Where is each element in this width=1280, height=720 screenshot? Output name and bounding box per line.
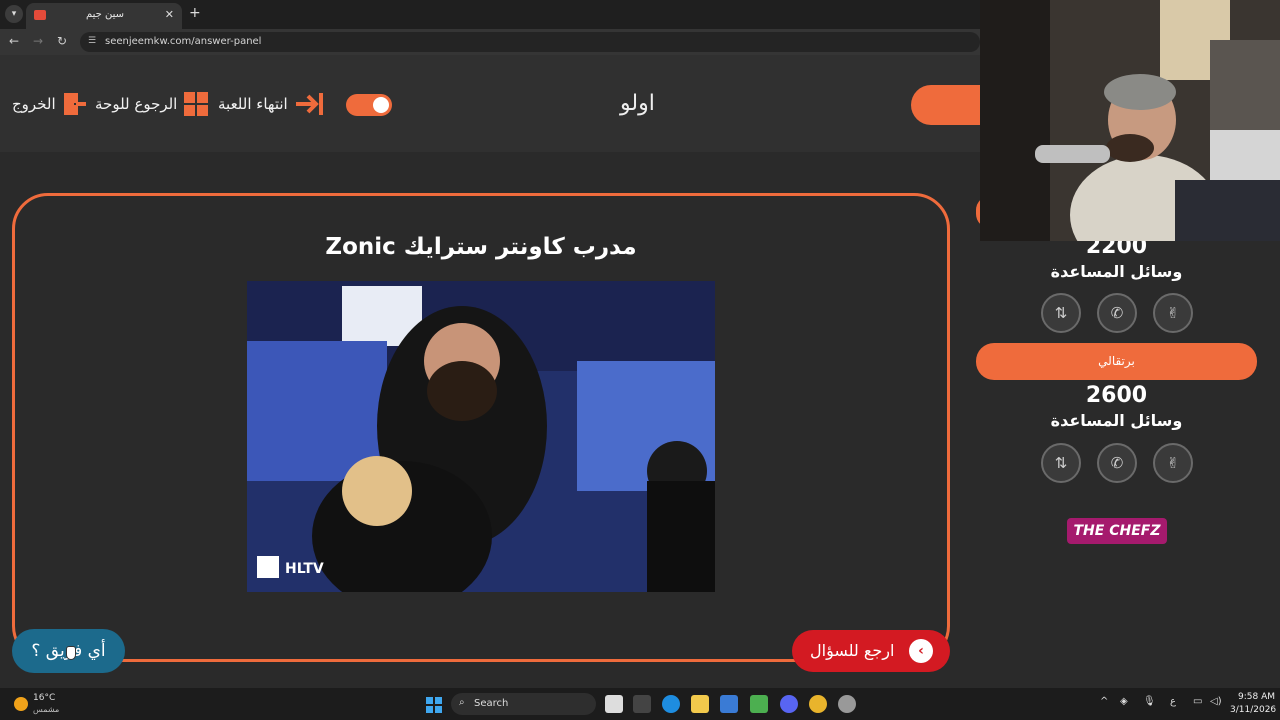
team-1-phone-help-icon[interactable]: ✆ (1097, 293, 1137, 333)
app-icon-2[interactable] (838, 695, 856, 713)
chrome-icon[interactable] (809, 695, 827, 713)
back-to-question-button[interactable]: ارجع للسؤال ‹ (792, 630, 950, 672)
toggle-knob (373, 97, 389, 113)
team-1-help-label: وسائل المساعدة (1050, 262, 1183, 281)
new-tab-icon[interactable]: + (189, 5, 201, 21)
search-label: Search (474, 698, 509, 709)
tab-list-dropdown-icon[interactable]: ▾ (5, 5, 23, 23)
end-game-label: انتهاء اللعبة (218, 95, 288, 113)
site-info-icon[interactable]: ☰ (88, 36, 96, 46)
screen: ▾ سين جيم ✕ + ← → ↻ ☰ seenjeemkw.com/ans… (0, 0, 1280, 720)
steam-tray-icon[interactable]: ◈ (1120, 696, 1128, 707)
team-1-swap-help-icon[interactable]: ⇅ (1041, 293, 1081, 333)
game-title: اولو (620, 91, 655, 116)
mic-tray-icon[interactable]: 🎙 (1143, 696, 1156, 707)
taskbar-search[interactable]: ⌕ Search (451, 693, 596, 715)
close-tab-icon[interactable]: ✕ (165, 8, 174, 21)
arrow-to-line-icon (294, 91, 324, 117)
back-to-board-button[interactable]: الرجوع للوحة (95, 91, 209, 117)
back-arrow-icon[interactable]: ← (9, 34, 19, 48)
url-field[interactable]: ☰ seenjeemkw.com/answer-panel (80, 32, 980, 52)
team-2-score: 2600 (1085, 383, 1148, 408)
team-2-swap-help-icon[interactable]: ⇅ (1041, 443, 1081, 483)
tab-title: سين جيم (86, 9, 125, 20)
forward-arrow-icon[interactable]: → (33, 34, 43, 48)
site-favicon-icon (34, 10, 46, 20)
task-view-icon[interactable] (605, 695, 623, 713)
weather-temperature: 16°C (33, 693, 56, 703)
webcam-overlay (980, 0, 1280, 241)
sun-icon (14, 697, 28, 711)
back-to-board-label: الرجوع للوحة (95, 95, 178, 113)
question-photo: HLTV (247, 281, 715, 592)
end-game-button[interactable]: انتهاء اللعبة (218, 91, 324, 117)
weather-condition: مشمس (33, 705, 60, 714)
windows-taskbar: 16°C مشمس ⌕ Search ^ ◈ 🎙 ع ▭ ◁) 9:58 AM … (0, 688, 1280, 720)
app-icon-1[interactable] (633, 695, 651, 713)
reload-icon[interactable]: ↻ (57, 34, 67, 48)
windows-start-icon[interactable] (426, 697, 442, 713)
team-1-victory-hand-icon[interactable]: ✌ (1153, 293, 1193, 333)
minecraft-icon[interactable] (750, 695, 768, 713)
file-explorer-icon[interactable] (691, 695, 709, 713)
exit-button[interactable]: الخروج (12, 91, 88, 117)
store-icon[interactable] (720, 695, 738, 713)
mouse-cursor-icon (66, 646, 76, 660)
clock-date[interactable]: 3/11/2026 (1230, 705, 1276, 715)
network-icon[interactable]: ▭ (1193, 696, 1202, 707)
back-to-question-label: ارجع للسؤال (810, 641, 895, 660)
photo-watermark: HLTV (285, 561, 324, 577)
url-text: seenjeemkw.com/answer-panel (105, 36, 262, 47)
language-indicator[interactable]: ع (1170, 696, 1176, 707)
exit-label: الخروج (12, 95, 56, 113)
team-2-phone-help-icon[interactable]: ✆ (1097, 443, 1137, 483)
browser-tab[interactable]: سين جيم ✕ (26, 3, 182, 29)
chevron-left-icon: ‹ (909, 639, 933, 663)
volume-icon[interactable]: ◁) (1210, 696, 1222, 707)
question-title: Zonic مدرب كاونتر سترايك (325, 234, 637, 260)
exit-door-icon (62, 91, 88, 117)
clock-time[interactable]: 9:58 AM (1238, 692, 1275, 702)
team-2-victory-hand-icon[interactable]: ✌ (1153, 443, 1193, 483)
discord-icon[interactable] (780, 695, 798, 713)
timer-toggle[interactable] (346, 94, 392, 116)
edge-browser-icon[interactable] (662, 695, 680, 713)
search-icon: ⌕ (459, 697, 465, 708)
tray-expand-icon[interactable]: ^ (1100, 696, 1108, 707)
sponsor-logo: THE CHEFZ (1067, 518, 1167, 544)
grid-board-icon (183, 91, 209, 117)
team-2-help-label: وسائل المساعدة (1050, 411, 1183, 430)
team-2-name-pill: برتقالي (976, 343, 1257, 380)
